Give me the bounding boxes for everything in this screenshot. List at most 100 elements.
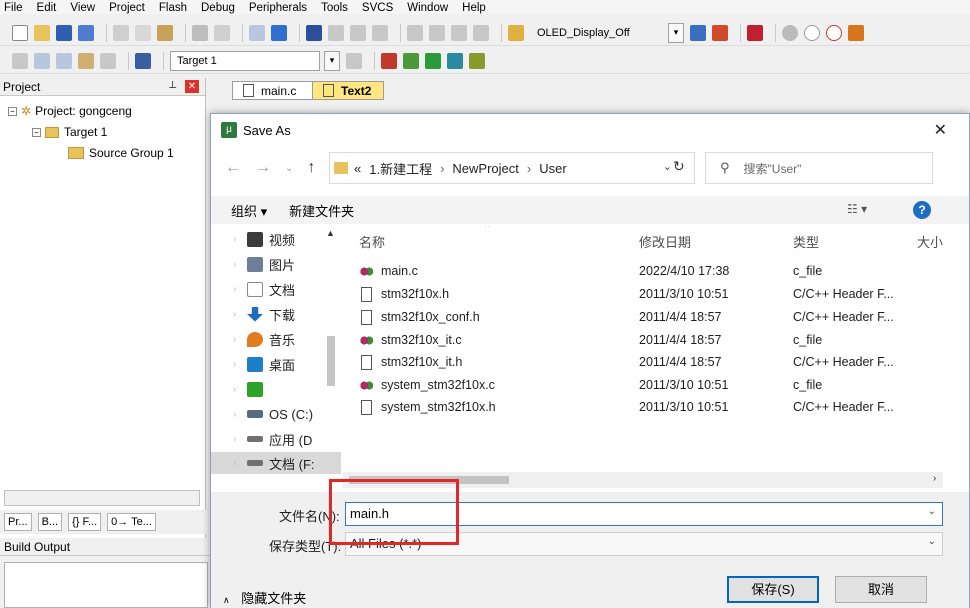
nav-item-desktop[interactable]: › 桌面 [211,353,341,375]
file-row[interactable]: stm32f10x_it.h 2011/4/4 18:57 C/C++ Head… [343,352,969,374]
tab-templates[interactable]: 0→ Te... [107,513,156,531]
tab-project[interactable]: Pr... [4,513,32,531]
chevron-down-icon[interactable]: ▾ [668,22,684,43]
scroll-right-icon[interactable]: › [933,473,936,484]
file-row[interactable]: system_stm32f10x.h 2011/3/10 10:51 C/C++… [343,397,969,419]
menu-svcs[interactable]: SVCS [362,2,393,14]
breadcrumb-item[interactable]: 1.新建工程 [369,159,432,178]
breadcrumb-item[interactable]: NewProject [452,161,518,176]
find-icon[interactable] [690,24,706,41]
batch-build-icon[interactable] [78,52,94,69]
column-header-type[interactable]: 类型 [793,230,819,252]
breakpoint-disable-icon[interactable] [804,24,820,41]
tab-main-c[interactable]: main.c [232,81,318,100]
target-options-icon[interactable] [346,52,362,69]
expand-icon[interactable]: › [233,434,247,445]
run-time-env-icon[interactable] [447,52,463,69]
rebuild-icon[interactable] [56,52,72,69]
expand-icon[interactable]: › [233,259,247,270]
expand-icon[interactable]: › [233,334,247,345]
breakpoint-icon[interactable] [782,24,798,41]
column-header-size[interactable]: 大小 [917,230,943,252]
incremental-find-icon[interactable] [712,24,728,41]
scrollbar-thumb[interactable] [349,476,509,484]
download-icon[interactable] [135,52,151,69]
unindent-icon[interactable] [429,24,445,41]
cut-icon[interactable] [113,24,129,41]
collapse-icon[interactable]: − [32,127,41,137]
file-row[interactable]: stm32f10x_conf.h 2011/4/4 18:57 C/C++ He… [343,307,969,329]
file-list-hscrollbar[interactable]: › [343,472,943,488]
tab-books[interactable]: B... [37,513,63,531]
chevron-down-icon[interactable]: ⌄ [663,160,672,173]
cancel-button[interactable]: 取消 [835,576,927,603]
help-icon[interactable]: ? [913,201,931,219]
menu-tools[interactable]: Tools [321,2,348,14]
nav-item-music[interactable]: › 音乐 [211,328,341,350]
file-row[interactable]: system_stm32f10x.c 2011/3/10 10:51 c_fil… [343,375,969,397]
menu-view[interactable]: View [70,2,95,14]
pin-icon[interactable]: ⊥ [168,80,177,91]
expand-icon[interactable]: › [233,359,247,370]
settings-icon[interactable] [848,24,864,41]
pack-installer-icon[interactable] [425,52,441,69]
nav-pane-scrollbar[interactable]: ▲ [323,226,339,474]
column-header-name[interactable]: 名称 [359,226,490,252]
breakpoint-kill-icon[interactable] [826,24,842,41]
file-row[interactable]: stm32f10x.h 2011/3/10 10:51 C/C++ Header… [343,284,969,306]
open-file-icon[interactable] [34,24,50,41]
search-input[interactable]: ⚲ 搜索"User" [705,152,933,184]
tab-functions[interactable]: {} F... [68,513,102,531]
organize-button[interactable]: 组织 ▾ [231,201,267,220]
undo-icon[interactable] [192,24,208,41]
nav-item-drive-d[interactable]: › 应用 (D [211,428,341,450]
collapse-icon[interactable]: − [8,106,17,116]
target-select[interactable]: Target 1 [170,50,320,71]
menu-file[interactable]: File [4,2,23,14]
tree-item-source-group[interactable]: Source Group 1 [68,146,174,160]
bookmark-prev-icon[interactable] [328,24,344,41]
file-row[interactable]: stm32f10x_it.c 2011/4/4 18:57 c_file [343,330,969,352]
target-combo[interactable]: OLED_Display_Off [530,23,664,43]
debug-start-icon[interactable] [747,24,763,41]
bookmark-icon[interactable] [306,24,322,41]
menu-project[interactable]: Project [109,2,145,14]
nav-item-drive-f[interactable]: › 文档 (F: [211,452,341,474]
breadcrumb-overflow[interactable]: « [354,161,361,176]
redo-icon[interactable] [214,24,230,41]
menu-window[interactable]: Window [407,2,448,14]
chevron-down-icon[interactable]: ▾ [324,50,340,71]
translate-icon[interactable] [12,52,28,69]
expand-icon[interactable]: › [233,309,247,320]
save-button[interactable]: 保存(S) [727,576,819,603]
manage-project-icon[interactable] [381,52,397,69]
nav-back-icon[interactable] [249,24,265,41]
column-header-date[interactable]: 修改日期 [639,230,691,252]
expand-icon[interactable]: › [233,409,247,420]
chevron-down-icon[interactable]: ⌄ [928,506,936,517]
filename-input[interactable]: main.h ⌄ [345,502,943,526]
copy-icon[interactable] [135,24,151,41]
up-icon[interactable]: ↑ [307,159,315,177]
comment-icon[interactable] [451,24,467,41]
nav-item-app[interactable]: › [211,378,341,400]
tab-text2[interactable]: Text2 [312,81,384,100]
new-file-icon[interactable] [12,24,28,41]
project-hscrollbar[interactable] [4,490,200,506]
bookmark-clear-icon[interactable] [372,24,388,41]
save-all-icon[interactable] [78,24,94,41]
paste-icon[interactable] [157,24,173,41]
file-row[interactable]: main.c 2022/4/10 17:38 c_file [343,261,969,283]
view-options-icon[interactable]: ☷ ▾ [847,202,867,216]
uncomment-icon[interactable] [473,24,489,41]
close-icon[interactable]: ✕ [934,120,947,140]
nav-item-pictures[interactable]: › 图片 [211,253,341,275]
nav-item-drive-c[interactable]: › OS (C:) [211,403,341,425]
scroll-up-icon[interactable]: ▲ [326,228,335,238]
address-bar[interactable]: « 1.新建工程 › NewProject › User ⌄ [329,152,695,184]
find-in-files-icon[interactable] [508,24,524,41]
select-packs-icon[interactable] [403,52,419,69]
tree-item-project[interactable]: − ✲ Project: gongceng [8,104,132,118]
menu-edit[interactable]: Edit [37,2,57,14]
chevron-down-icon[interactable]: ⌄ [928,536,936,547]
